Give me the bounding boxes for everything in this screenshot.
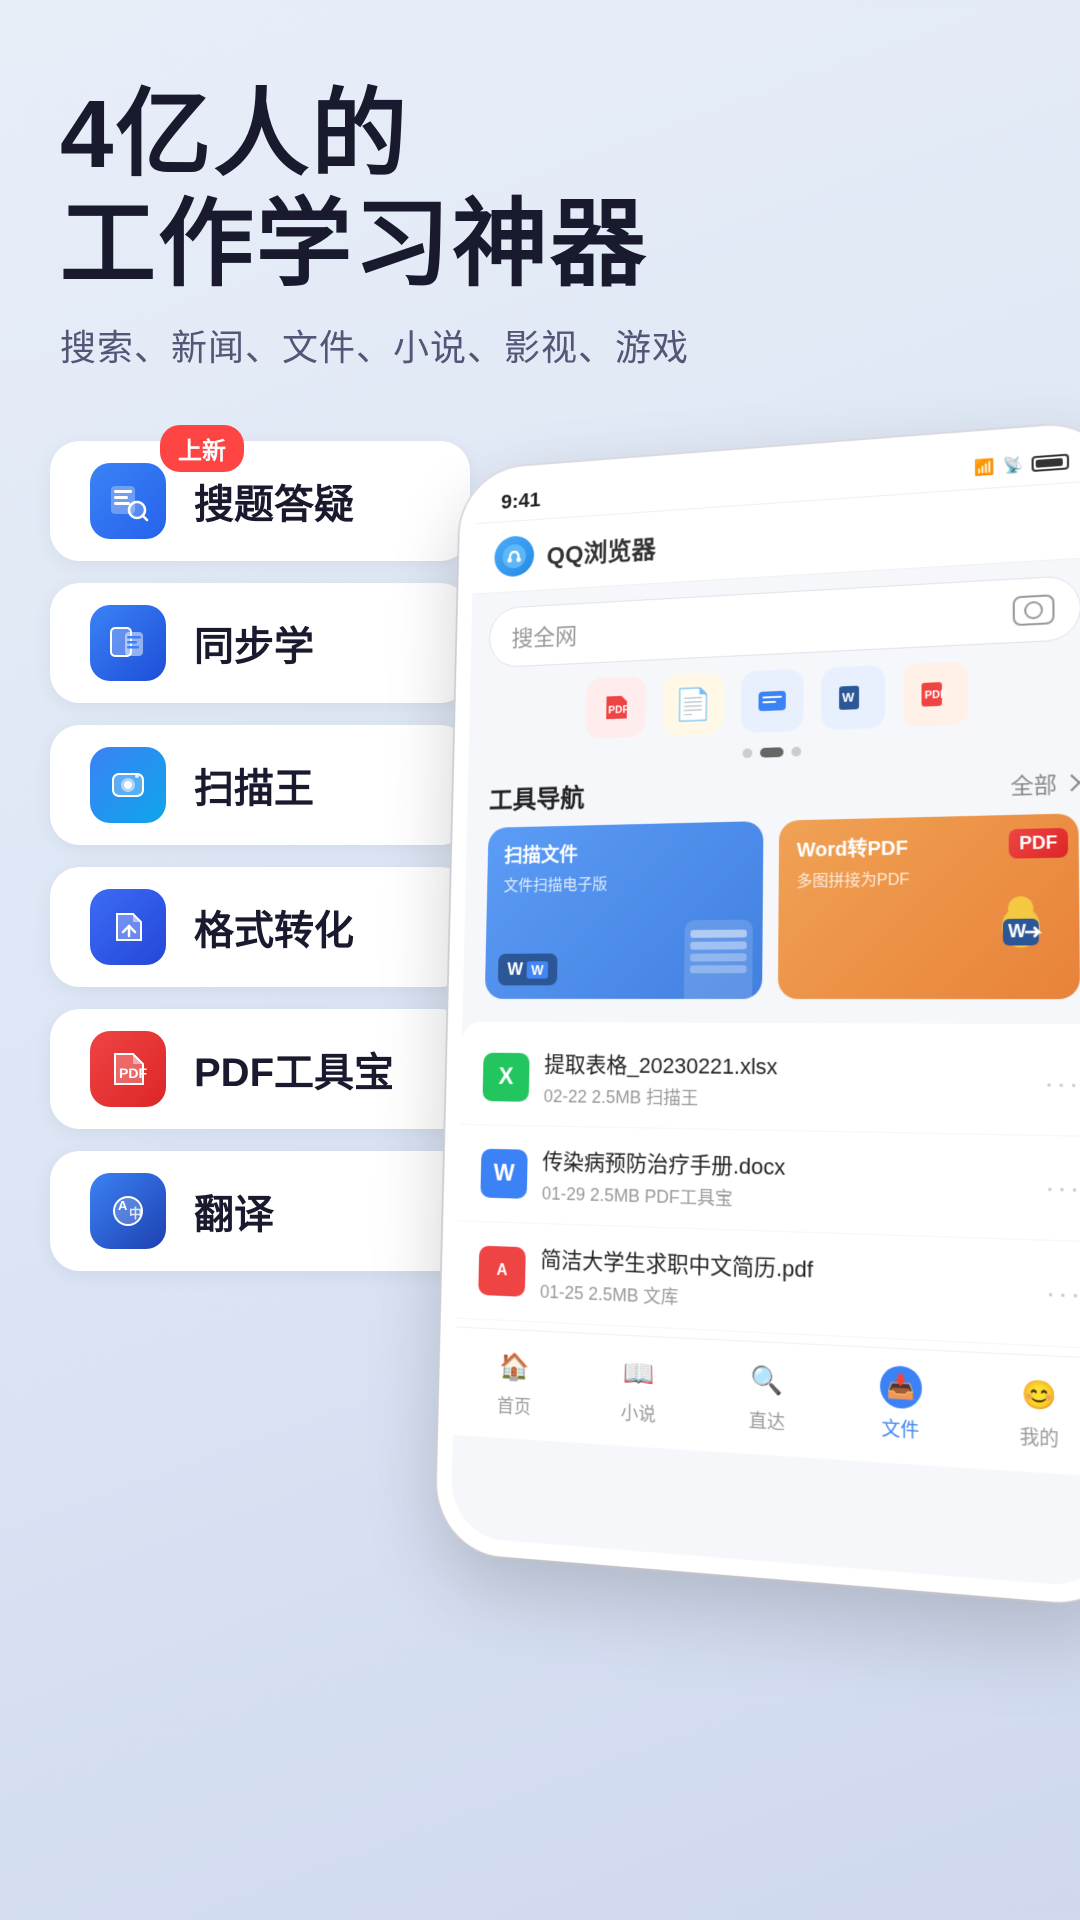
phone-time: 9:41: [501, 487, 541, 514]
nav-files[interactable]: 📥 文件: [833, 1363, 969, 1447]
word-pdf-title: Word转PDF: [797, 835, 910, 863]
svg-text:PDF: PDF: [925, 688, 948, 701]
phone-mockup: 9:41 📶 📡: [430, 430, 1080, 1562]
translate-icon: A 中: [90, 1173, 166, 1249]
battery-icon: [1032, 453, 1070, 471]
file-2-more[interactable]: ···: [1045, 1171, 1080, 1206]
direct-nav-icon: 🔍: [747, 1358, 788, 1402]
file-2-info: 传染病预防治疗手册.docx 01-29 2.5MB PDF工具宝: [542, 1144, 1028, 1220]
feature-label-scan: 扫描王: [194, 756, 314, 814]
word-pdf-sub: 多图拼接为PDF: [796, 866, 909, 892]
tool-nav-all[interactable]: 全部: [1010, 766, 1078, 800]
mine-nav-label: 我的: [1019, 1422, 1058, 1453]
feature-item-convert[interactable]: 格式转化: [50, 867, 470, 987]
scan-icon: [90, 747, 166, 823]
files-nav-icon: 📥: [880, 1365, 922, 1410]
phone-outer: 9:41 📶 📡: [435, 420, 1080, 1608]
home-nav-label: 首页: [497, 1391, 531, 1419]
convert-icon: [90, 889, 166, 965]
feature-label-sync-learn: 同步学: [194, 614, 314, 672]
phone-status-icons: 📶 📡: [974, 451, 1069, 477]
feature-label-pdf: PDF工具宝: [194, 1040, 394, 1098]
tool-cards-row: 扫描文件 文件扫描电子版 W W: [462, 813, 1080, 1020]
file-3-more[interactable]: ···: [1045, 1276, 1080, 1312]
feature-label-convert: 格式转化: [194, 898, 354, 956]
scan-file-title: 扫描文件: [504, 842, 608, 869]
nav-mine[interactable]: 😊 我的: [969, 1370, 1080, 1456]
tool-card-scan-file[interactable]: 扫描文件 文件扫描电子版 W W: [485, 821, 764, 999]
svg-text:PDF: PDF: [608, 704, 629, 717]
feature-item-search-qa[interactable]: 上新 搜题答疑: [50, 441, 470, 561]
qq-browser-logo: [494, 535, 534, 578]
novel-nav-label: 小说: [620, 1399, 655, 1428]
excel-file-icon: X: [483, 1053, 530, 1102]
nav-novel[interactable]: 📖 小说: [575, 1349, 702, 1430]
new-badge: 上新: [160, 425, 244, 472]
dot-2: [760, 747, 784, 758]
camera-search-icon[interactable]: [1013, 594, 1055, 626]
files-nav-label: 文件: [882, 1414, 920, 1444]
home-nav-icon: 🏠: [496, 1345, 534, 1387]
file-illustration: [684, 920, 753, 999]
search-bar[interactable]: 搜全网: [488, 575, 1080, 668]
dot-1: [743, 748, 753, 758]
feature-label-search-qa: 搜题答疑: [194, 472, 354, 530]
file-1-info: 提取表格_20230221.xlsx 02-22 2.5MB 扫描王: [543, 1047, 1027, 1115]
feature-label-translate: 翻译: [194, 1182, 274, 1240]
tool-nav-title: 工具导航: [489, 779, 585, 817]
pdf-file-icon: A: [478, 1246, 526, 1297]
feature-item-pdf[interactable]: PDF PDF工具宝: [50, 1009, 470, 1129]
nav-home[interactable]: 🏠 首页: [453, 1343, 576, 1422]
hero-section: 4亿人的 工作学习神器 搜索、新闻、文件、小说、影视、游戏: [0, 0, 1080, 401]
app-name-label: QQ浏览器: [546, 530, 656, 571]
file-1-meta: 02-22 2.5MB 扫描王: [543, 1082, 1027, 1115]
feature-item-sync-learn[interactable]: 同步学: [50, 583, 470, 703]
mine-nav-icon: 😊: [1017, 1372, 1061, 1418]
svg-text:PDF: PDF: [119, 1065, 147, 1081]
svg-text:中: 中: [129, 1206, 142, 1221]
quick-icon-5[interactable]: PDF: [903, 661, 968, 727]
hero-subtitle: 搜索、新闻、文件、小说、影视、游戏: [60, 319, 1020, 371]
person-figure: W: [973, 896, 1069, 1000]
file-item-1[interactable]: X 提取表格_20230221.xlsx 02-22 2.5MB 扫描王 ···: [460, 1030, 1080, 1138]
chevron-right-icon: [1063, 774, 1080, 791]
svg-text:W: W: [1008, 920, 1027, 942]
svg-text:A: A: [118, 1198, 128, 1213]
search-placeholder: 搜全网: [511, 617, 577, 653]
file-1-name: 提取表格_20230221.xlsx: [544, 1047, 1027, 1084]
nav-direct[interactable]: 🔍 直达: [702, 1356, 833, 1438]
feature-item-translate[interactable]: A 中 翻译: [50, 1151, 470, 1271]
hero-title: 4亿人的 工作学习神器: [60, 80, 1020, 301]
pdf-tools-icon: PDF: [90, 1031, 166, 1107]
novel-nav-icon: 📖: [619, 1352, 659, 1395]
quick-icon-2[interactable]: 📄: [662, 672, 724, 736]
file-1-more[interactable]: ···: [1044, 1067, 1080, 1101]
svg-text:W: W: [842, 690, 855, 705]
word-icon-badge: W W: [498, 953, 558, 985]
word-w-icon: W: [526, 961, 548, 978]
tool-card-word-pdf[interactable]: Word转PDF 多图拼接为PDF PDF W: [778, 813, 1080, 999]
direct-nav-label: 直达: [749, 1406, 786, 1435]
quick-icon-4[interactable]: W: [821, 665, 885, 730]
search-qa-icon: [90, 463, 166, 539]
dot-3: [791, 747, 801, 757]
feature-item-scan[interactable]: 扫描王: [50, 725, 470, 845]
file-3-info: 简洁大学生求职中文简历.pdf 01-25 2.5MB 文库: [540, 1242, 1029, 1326]
file-list: X 提取表格_20230221.xlsx 02-22 2.5MB 扫描王 ···…: [455, 1022, 1080, 1358]
pdf-badge-label: PDF: [1009, 828, 1068, 859]
quick-icon-1[interactable]: PDF: [585, 676, 646, 739]
quick-icon-3[interactable]: [741, 669, 804, 734]
phone-screen: 9:41 📶 📡: [450, 437, 1080, 1588]
scan-file-sub: 文件扫描电子版: [503, 871, 607, 896]
sync-learn-icon: [90, 605, 166, 681]
word-file-icon: W: [480, 1149, 527, 1199]
